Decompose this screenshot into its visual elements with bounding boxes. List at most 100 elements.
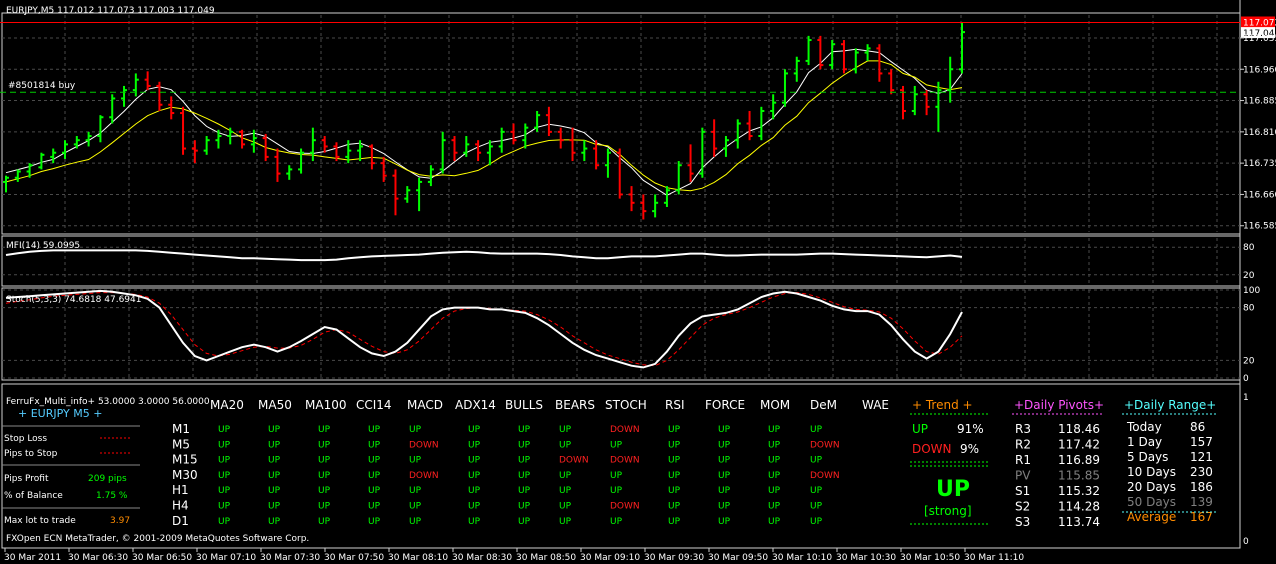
time-label: 30 Mar 10:10 [772, 553, 832, 563]
pivot-value: 114.28 [1058, 500, 1100, 514]
signal-cell: UP [768, 425, 781, 435]
time-label: 30 Mar 10:30 [836, 553, 896, 563]
info-axis-tick: 0 [1243, 537, 1249, 547]
signal-cell: UP [368, 425, 381, 435]
price-tick-label: 116.735 [1243, 159, 1276, 169]
signal-cell: UP [368, 486, 381, 496]
signal-cell: UP [518, 456, 531, 466]
signal-cell: UP [468, 425, 481, 435]
signal-cell: UP [468, 517, 481, 527]
signal-cell: UP [218, 486, 231, 496]
signal-cell: UP [810, 456, 823, 466]
signal-cell: UP [468, 440, 481, 450]
balance-label: % of Balance [4, 491, 63, 501]
signal-cell: UP [468, 486, 481, 496]
signal-cell: UP [318, 425, 331, 435]
stop-loss-label: Stop Loss [4, 434, 47, 444]
signal-cell: DOWN [610, 456, 640, 466]
signal-cell: UP [668, 440, 681, 450]
signal-cell: UP [559, 425, 572, 435]
indicator-header: MOM [760, 398, 790, 412]
current-price-label: 117.072 [1243, 19, 1276, 29]
stoch-tick-label: 100 [1243, 286, 1260, 296]
signal-cell: UP [368, 440, 381, 450]
signal-cell: UP [768, 517, 781, 527]
signal-cell: UP [668, 471, 681, 481]
signal-cell: UP [268, 517, 281, 527]
signal-cell: UP [268, 456, 281, 466]
signal-cell: UP [810, 517, 823, 527]
signal-cell: UP [268, 502, 281, 512]
time-label: 30 Mar 07:30 [260, 553, 320, 563]
mfi-label: MFI(14) 59.0995 [6, 241, 80, 251]
range-name: Today [1126, 420, 1162, 434]
signal-cell: UP [268, 440, 281, 450]
pips-profit-label: Pips Profit [4, 474, 49, 484]
max-lot-value: 3.97 [110, 516, 130, 526]
indicator-header: RSI [665, 398, 685, 412]
time-label: 30 Mar 06:30 [68, 553, 128, 563]
signal-cell: UP [810, 425, 823, 435]
signal-cell: DOWN [610, 502, 640, 512]
signal-cell: UP [368, 471, 381, 481]
indicator-header: FORCE [705, 398, 745, 412]
range-name: 1 Day [1127, 435, 1162, 449]
pivot-name: R1 [1015, 453, 1031, 467]
pips-to-stop-label: Pips to Stop [4, 449, 58, 459]
copyright-text: FXOpen ECN MetaTrader, © 2001-2009 MetaQ… [6, 534, 309, 544]
signal-cell: UP [768, 440, 781, 450]
signal-cell: UP [268, 486, 281, 496]
stoch-tick-label: 20 [1243, 356, 1255, 366]
signal-cell: UP [318, 456, 331, 466]
pivot-name: PV [1015, 469, 1031, 483]
signal-cell: UP [768, 502, 781, 512]
pivot-name: S3 [1015, 515, 1030, 529]
signal-cell: UP [718, 486, 731, 496]
signal-cell: UP [559, 502, 572, 512]
pips-profit-value: 209 pips [88, 474, 127, 484]
range-name: 5 Days [1127, 450, 1168, 464]
signal-cell: UP [218, 471, 231, 481]
signal-cell: UP [718, 425, 731, 435]
signal-cell: UP [318, 486, 331, 496]
time-label: 30 Mar 07:50 [324, 553, 384, 563]
signal-cell: DOWN [559, 456, 589, 466]
range-value: 157 [1190, 435, 1213, 449]
indicator-header: STOCH [605, 398, 647, 412]
time-label: 30 Mar 07:10 [196, 553, 256, 563]
signal-cell: UP [318, 440, 331, 450]
indicator-header: DeM [810, 398, 837, 412]
signal-cell: UP [559, 471, 572, 481]
indicator-header: BULLS [505, 398, 543, 412]
signal-cell: UP [718, 471, 731, 481]
time-label: 30 Mar 2011 [4, 553, 61, 563]
indicator-header: MACD [407, 398, 443, 412]
trend-down-pct: 9% [960, 442, 979, 456]
range-value: 186 [1190, 480, 1213, 494]
signal-cell: UP [318, 502, 331, 512]
signal-cell: UP [810, 486, 823, 496]
trend-strength: [strong] [924, 504, 972, 518]
timeframe-label: H1 [172, 483, 189, 497]
mfi-tick-label: 80 [1243, 243, 1255, 253]
time-label: 30 Mar 09:50 [708, 553, 768, 563]
time-label: 30 Mar 10:50 [900, 553, 960, 563]
price-tick-label: 117.035 [1243, 34, 1276, 44]
trend-up-pct: 91% [957, 422, 984, 436]
metatrader-chart[interactable]: #8501814 buy 117.072 117.049 EURJPY,M5 1… [0, 0, 1276, 564]
price-tick-label: 116.660 [1243, 190, 1276, 200]
signal-cell: UP [409, 486, 422, 496]
signal-cell: UP [610, 471, 623, 481]
range-name: 50 Days [1127, 495, 1176, 509]
range-name: 20 Days [1127, 480, 1176, 494]
signal-cell: UP [218, 425, 231, 435]
signal-cell: UP [318, 471, 331, 481]
info-axis-tick: 1 [1243, 393, 1249, 403]
pivot-value: 115.85 [1058, 469, 1100, 483]
pivot-value: 117.42 [1058, 438, 1100, 452]
signal-cell: UP [409, 502, 422, 512]
pivots-title: +Daily Pivots+ [1014, 398, 1104, 412]
trend-title: + Trend + [912, 398, 973, 412]
price-tick-label: 116.810 [1243, 128, 1276, 138]
timeframe-label: H4 [172, 499, 189, 513]
